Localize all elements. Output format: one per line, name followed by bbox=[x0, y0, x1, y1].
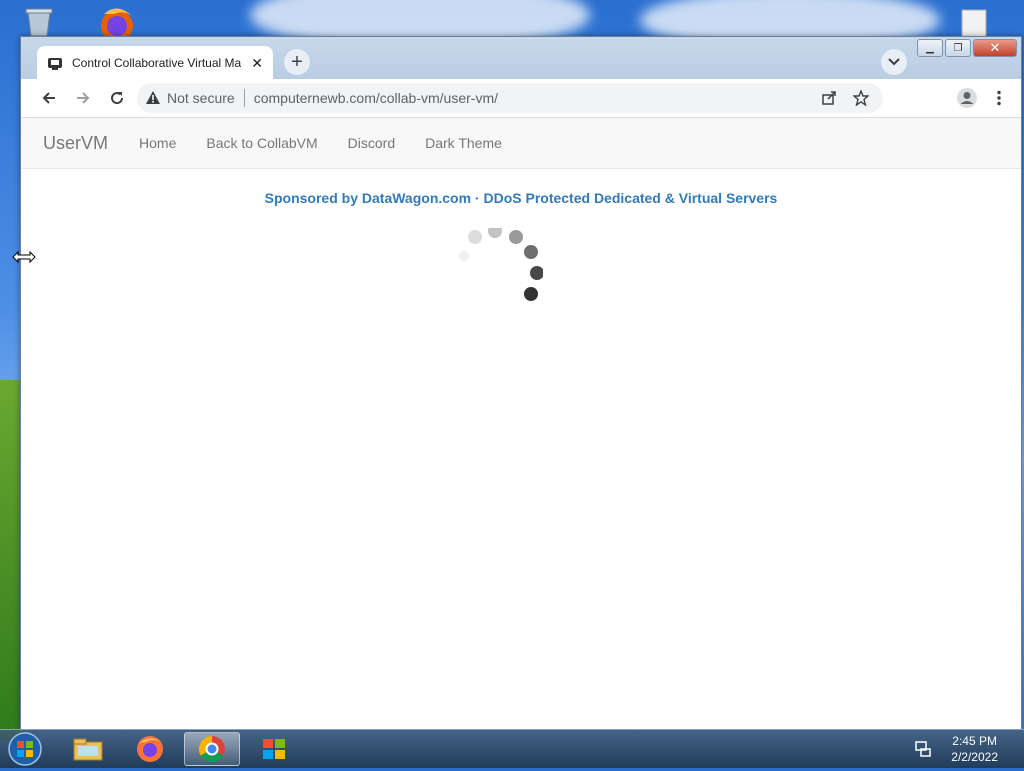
new-tab-button[interactable]: + bbox=[284, 49, 310, 75]
clock-time: 2:45 PM bbox=[952, 734, 997, 748]
resize-cursor-icon bbox=[12, 250, 36, 264]
tab-title: Control Collaborative Virtual Machines bbox=[72, 56, 242, 70]
toolbar-right bbox=[951, 82, 1015, 114]
bookmark-button[interactable] bbox=[845, 82, 877, 114]
site-navbar: UserVM Home Back to CollabVM Discord Dar… bbox=[21, 118, 1021, 169]
share-button[interactable] bbox=[813, 82, 845, 114]
taskbar-firefox[interactable] bbox=[122, 732, 178, 766]
browser-window: Control Collaborative Virtual Machines ✕… bbox=[20, 36, 1022, 730]
nav-link-dark-theme[interactable]: Dark Theme bbox=[425, 135, 502, 151]
restore-icon: ❐ bbox=[953, 42, 963, 54]
profile-icon bbox=[957, 88, 977, 108]
address-separator bbox=[243, 89, 245, 107]
window-close-button[interactable]: ✕ bbox=[973, 39, 1017, 57]
window-controls: ▁ ❐ ✕ bbox=[915, 39, 1017, 57]
web-page: UserVM Home Back to CollabVM Discord Dar… bbox=[21, 117, 1021, 729]
menu-button[interactable] bbox=[983, 82, 1015, 114]
arrow-right-icon bbox=[77, 92, 90, 104]
forward-button[interactable] bbox=[67, 82, 99, 114]
tab-strip: Control Collaborative Virtual Machines ✕… bbox=[21, 37, 1021, 80]
arrow-left-icon bbox=[42, 92, 55, 104]
close-x-icon: ✕ bbox=[989, 40, 1001, 55]
minimize-button[interactable]: ▁ bbox=[917, 39, 943, 57]
collabvm-favicon-icon bbox=[47, 55, 63, 71]
address-bar[interactable]: Not secure computernewb.com/collab-vm/us… bbox=[137, 83, 883, 113]
taskbar-chrome[interactable] bbox=[184, 732, 240, 766]
url-text[interactable]: computernewb.com/collab-vm/user-vm/ bbox=[254, 90, 498, 106]
reload-button[interactable] bbox=[101, 82, 133, 114]
windows-start-icon bbox=[8, 732, 42, 766]
share-icon bbox=[822, 91, 836, 105]
clock-date: 2/2/2022 bbox=[951, 750, 998, 764]
loading-spinner-icon bbox=[459, 228, 543, 301]
minimize-icon: ▁ bbox=[926, 42, 934, 54]
nav-link-back-to-collabvm[interactable]: Back to CollabVM bbox=[206, 135, 317, 151]
nav-link-home[interactable]: Home bbox=[139, 135, 176, 151]
taskbar-clock[interactable]: 2:45 PM 2/2/2022 bbox=[951, 733, 998, 765]
sponsor-link[interactable]: Sponsored by DataWagon.com · DDoS Protec… bbox=[21, 190, 1021, 206]
nav-link-discord[interactable]: Discord bbox=[348, 135, 395, 151]
chrome-icon bbox=[198, 735, 225, 763]
omnibox-actions bbox=[813, 83, 877, 113]
network-tray-icon[interactable] bbox=[914, 740, 932, 758]
start-button[interactable] bbox=[6, 732, 44, 766]
tab-active[interactable]: Control Collaborative Virtual Machines ✕ bbox=[37, 46, 273, 80]
taskbar: 2:45 PM 2/2/2022 bbox=[0, 729, 1024, 768]
profile-button[interactable] bbox=[951, 82, 983, 114]
star-icon bbox=[853, 90, 869, 106]
reload-icon bbox=[111, 92, 124, 105]
file-explorer-icon bbox=[73, 738, 103, 761]
security-label[interactable]: Not secure bbox=[167, 90, 235, 106]
maximize-button[interactable]: ❐ bbox=[945, 39, 971, 57]
taskbar-explorer[interactable] bbox=[60, 732, 116, 766]
plus-icon: + bbox=[291, 50, 303, 73]
warning-icon bbox=[146, 91, 160, 104]
taskbar-media[interactable] bbox=[246, 732, 302, 766]
site-brand[interactable]: UserVM bbox=[43, 133, 108, 154]
tab-search-button[interactable] bbox=[881, 49, 907, 75]
chevron-down-icon bbox=[888, 58, 900, 66]
windows-media-icon bbox=[263, 739, 285, 759]
back-button[interactable] bbox=[33, 82, 65, 114]
kebab-menu-icon bbox=[997, 90, 1001, 106]
close-icon[interactable]: ✕ bbox=[251, 56, 263, 70]
firefox-icon bbox=[137, 736, 163, 762]
browser-toolbar: Not secure computernewb.com/collab-vm/us… bbox=[21, 79, 1021, 117]
